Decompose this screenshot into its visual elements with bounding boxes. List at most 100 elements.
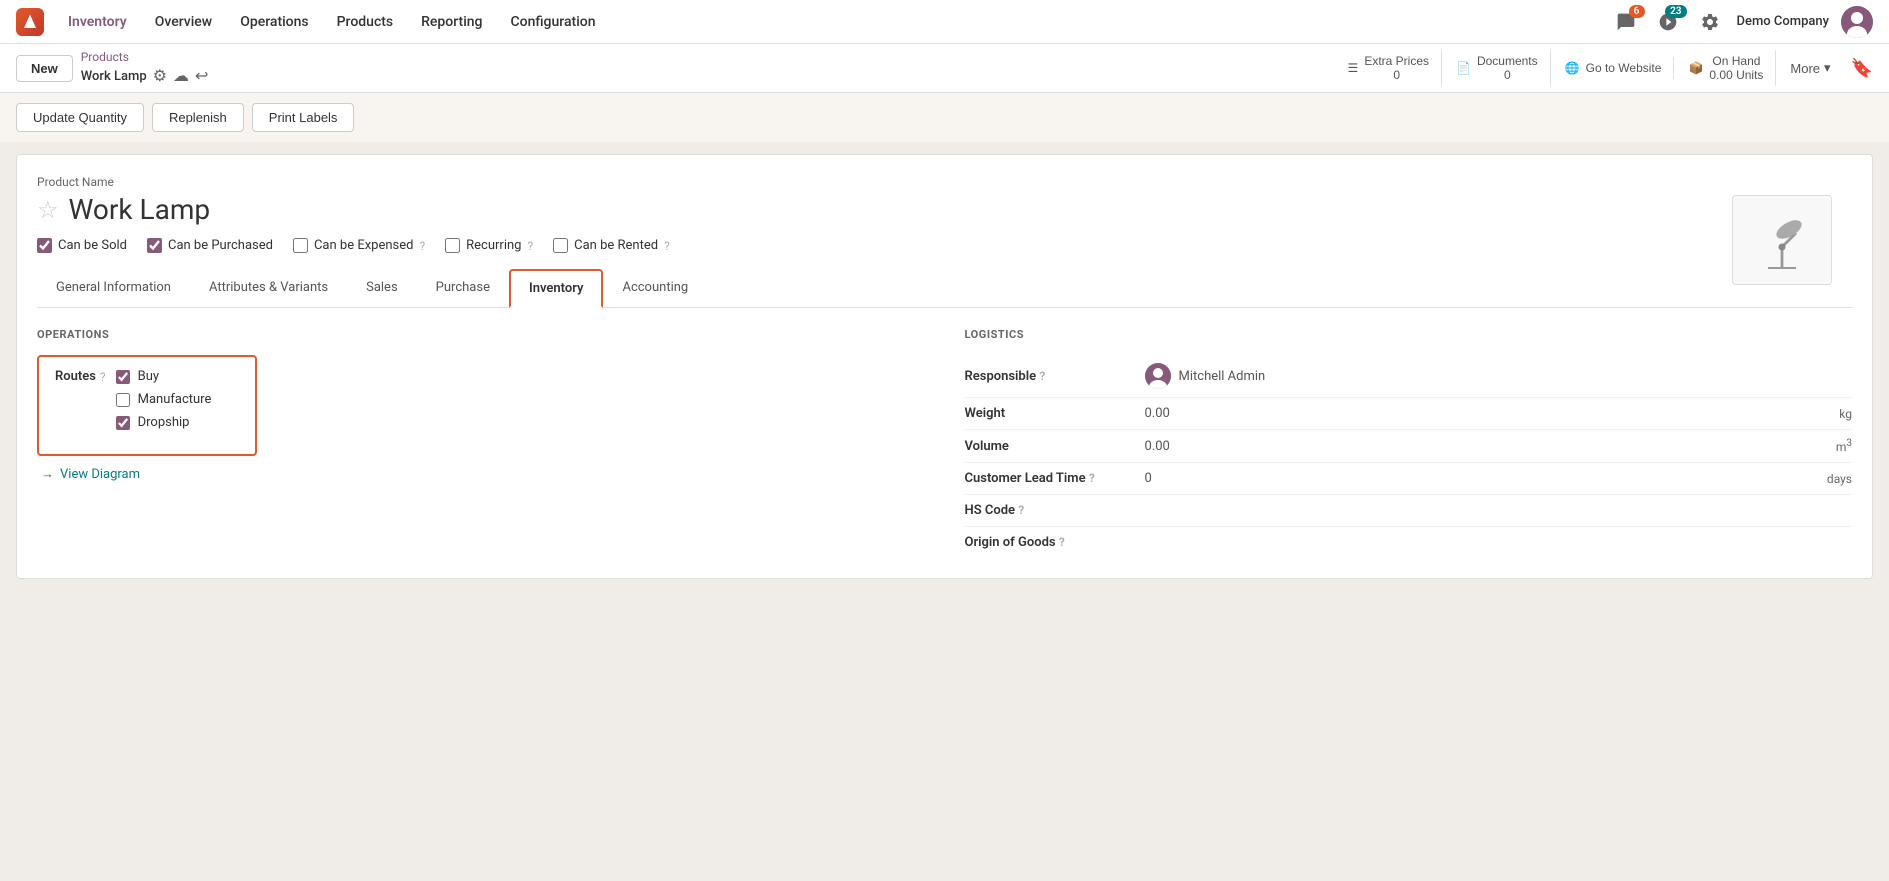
logistics-hs-code-row: HS Code ? (965, 495, 1853, 527)
routes-checkboxes: Buy Manufacture Dropship (116, 369, 212, 430)
tab-sales[interactable]: Sales (347, 269, 417, 308)
company-name: Demo Company (1737, 14, 1830, 29)
can-be-purchased-checkbox[interactable]: Can be Purchased (147, 238, 273, 253)
extra-prices-label: Extra Prices (1364, 54, 1429, 68)
weight-input[interactable]: 0.00 (1145, 406, 1170, 421)
route-buy-label: Buy (138, 369, 159, 384)
documents-button[interactable]: 📄 Documents 0 (1444, 50, 1551, 86)
chat-notification[interactable]: 6 (1611, 7, 1641, 37)
logistics-weight-row: Weight 0.00 kg (965, 398, 1853, 430)
form-content: Product Name ☆ Work Lamp Can be Sold Can… (37, 175, 1852, 558)
view-diagram-link[interactable]: → View Diagram (37, 466, 925, 482)
cloud-upload-icon[interactable]: ☁ (173, 66, 189, 86)
settings-icon[interactable] (1695, 7, 1725, 37)
tab-general-information[interactable]: General Information (37, 269, 190, 308)
responsible-help-icon[interactable]: ? (1039, 369, 1045, 383)
globe-icon: 🌐 (1565, 61, 1580, 75)
can-be-expensed-checkbox[interactable]: Can be Expensed ? (293, 238, 425, 253)
breadcrumb-area: Products Work Lamp ⚙ ☁ ↩ (81, 50, 209, 86)
route-manufacture-label: Manufacture (138, 392, 212, 407)
can-be-purchased-label: Can be Purchased (168, 238, 273, 253)
volume-input[interactable]: 0.00 (1145, 439, 1170, 454)
nav-item-operations[interactable]: Operations (228, 8, 320, 36)
print-labels-button[interactable]: Print Labels (252, 103, 355, 132)
route-dropship-label: Dropship (138, 415, 190, 430)
weight-label: Weight (965, 406, 1125, 421)
tab-purchase[interactable]: Purchase (417, 269, 509, 308)
logistics-responsible-row: Responsible ? Mitchell Admin (965, 355, 1853, 398)
can-be-rented-label: Can be Rented (574, 238, 658, 253)
top-navigation: Inventory Overview Operations Products R… (0, 0, 1889, 44)
logistics-origin-row: Origin of Goods ? (965, 527, 1853, 558)
update-quantity-button[interactable]: Update Quantity (16, 103, 144, 132)
replenish-button[interactable]: Replenish (152, 103, 244, 132)
can-be-expensed-help-icon[interactable]: ? (419, 239, 425, 253)
activity-notification[interactable]: 23 (1653, 7, 1683, 37)
new-button[interactable]: New (16, 55, 73, 82)
origin-label: Origin of Goods ? (965, 535, 1125, 550)
nav-item-reporting[interactable]: Reporting (409, 8, 494, 36)
product-title: Work Lamp (69, 193, 211, 226)
lead-time-help-icon[interactable]: ? (1089, 471, 1095, 485)
routes-help-icon[interactable]: ? (100, 370, 106, 384)
weight-unit: kg (1839, 407, 1852, 421)
on-hand-button[interactable]: 📦 On Hand 0.00 Units (1676, 50, 1776, 86)
toolbar-actions: ☰ Extra Prices 0 📄 Documents 0 🌐 Go to W… (1336, 50, 1843, 86)
volume-unit: m3 (1836, 438, 1852, 454)
on-hand-value: 0.00 Units (1709, 68, 1763, 82)
recurring-checkbox[interactable]: Recurring ? (445, 238, 533, 253)
settings-gear-icon[interactable]: ⚙ (153, 66, 167, 86)
nav-item-products[interactable]: Products (325, 8, 406, 36)
top-nav-right: 6 23 Demo Company (1611, 6, 1874, 38)
action-buttons-bar: Update Quantity Replenish Print Labels (0, 93, 1889, 142)
can-be-rented-help-icon[interactable]: ? (664, 239, 670, 253)
product-image[interactable] (1732, 195, 1832, 285)
can-be-sold-checkbox[interactable]: Can be Sold (37, 238, 127, 253)
nav-menu: Inventory Overview Operations Products R… (56, 8, 1611, 36)
lead-time-input[interactable]: 0 (1145, 471, 1152, 486)
activity-badge: 23 (1665, 5, 1686, 18)
breadcrumb-link[interactable]: Products (81, 50, 209, 64)
undo-icon[interactable]: ↩ (195, 66, 208, 86)
responsible-value[interactable]: Mitchell Admin (1145, 363, 1853, 389)
product-name-label: Product Name (37, 175, 1852, 189)
responsible-avatar (1145, 363, 1171, 389)
volume-value: 0.00 (1145, 439, 1816, 454)
extra-prices-button[interactable]: ☰ Extra Prices 0 (1336, 50, 1442, 86)
hs-code-label: HS Code ? (965, 503, 1125, 518)
more-label: More (1790, 61, 1820, 76)
documents-label: Documents (1477, 54, 1538, 68)
tab-accounting[interactable]: Accounting (603, 269, 707, 308)
routes-label: Routes (55, 369, 96, 384)
tab-attributes-variants[interactable]: Attributes & Variants (190, 269, 347, 308)
route-manufacture[interactable]: Manufacture (116, 392, 212, 407)
route-buy[interactable]: Buy (116, 369, 212, 384)
recurring-help-icon[interactable]: ? (527, 239, 533, 253)
hs-code-help-icon[interactable]: ? (1018, 503, 1024, 517)
route-dropship[interactable]: Dropship (116, 415, 212, 430)
go-to-website-label: Go to Website (1586, 61, 1662, 75)
responsible-name: Mitchell Admin (1179, 369, 1266, 384)
origin-help-icon[interactable]: ? (1059, 535, 1065, 549)
logistics-lead-time-row: Customer Lead Time ? 0 days (965, 463, 1853, 495)
product-tabs: General Information Attributes & Variant… (37, 269, 1852, 308)
secondary-toolbar: New Products Work Lamp ⚙ ☁ ↩ ☰ Extra Pri… (0, 44, 1889, 93)
app-logo[interactable] (16, 8, 44, 36)
responsible-label: Responsible ? (965, 369, 1125, 384)
nav-item-overview[interactable]: Overview (143, 8, 224, 36)
nav-item-inventory[interactable]: Inventory (56, 8, 139, 36)
go-to-website-button[interactable]: 🌐 Go to Website (1553, 57, 1675, 79)
bookmark-icon[interactable]: 🔖 (1851, 58, 1873, 79)
nav-item-configuration[interactable]: Configuration (499, 8, 608, 36)
lead-time-label: Customer Lead Time ? (965, 471, 1125, 486)
extra-prices-count: 0 (1364, 68, 1429, 82)
user-avatar[interactable] (1841, 6, 1873, 38)
more-button[interactable]: More ▾ (1778, 54, 1842, 82)
logistics-section-title: LOGISTICS (965, 328, 1853, 341)
can-be-rented-checkbox[interactable]: Can be Rented ? (553, 238, 670, 253)
tab-inventory[interactable]: Inventory (509, 269, 604, 308)
favorite-star-icon[interactable]: ☆ (37, 196, 59, 224)
logistics-section: LOGISTICS Responsible ? (965, 328, 1853, 558)
can-be-expensed-label: Can be Expensed (314, 238, 414, 253)
weight-value: 0.00 (1145, 406, 1820, 421)
